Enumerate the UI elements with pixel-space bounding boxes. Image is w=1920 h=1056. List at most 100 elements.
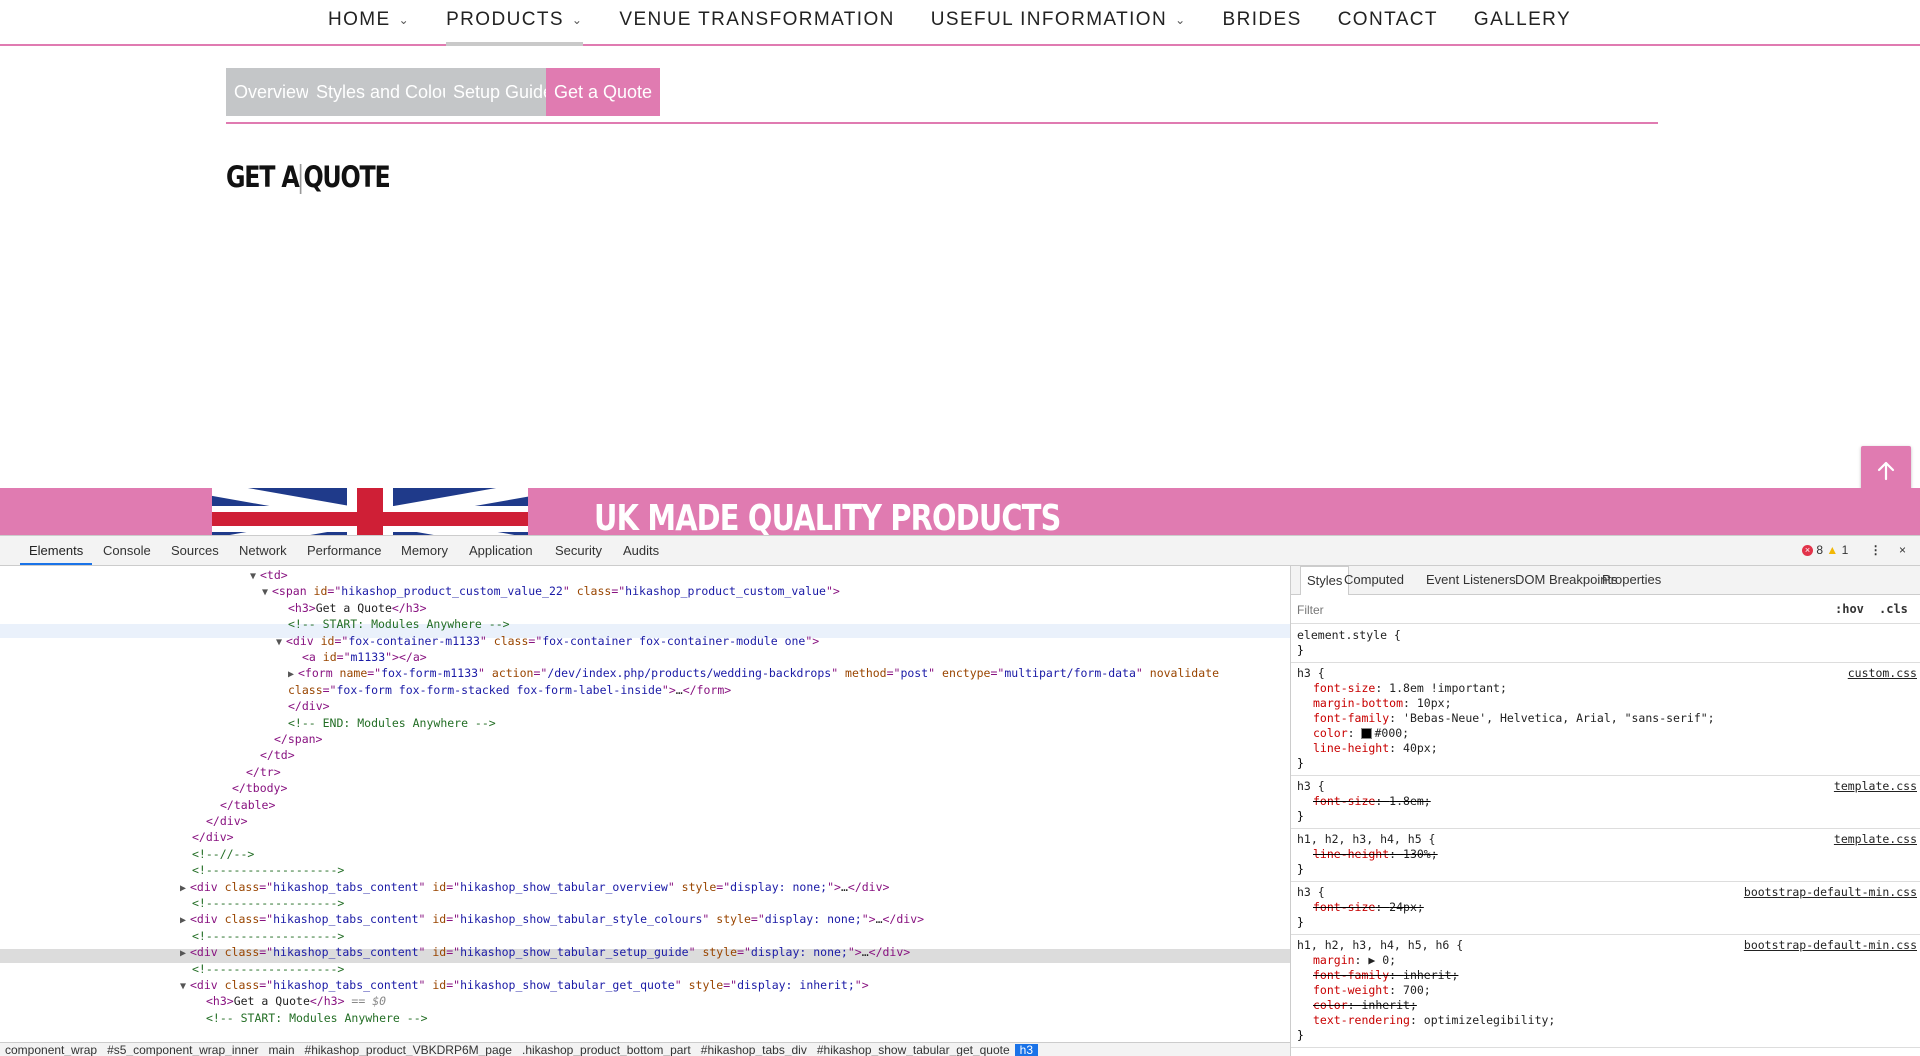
tab-get-a-quote[interactable]: Get a Quote xyxy=(546,68,661,116)
dom-node-line[interactable]: </div> xyxy=(192,830,234,845)
devtools-tab-audits[interactable]: Audits xyxy=(614,536,668,565)
warning-count[interactable]: 1 xyxy=(1842,543,1849,557)
expand-triangle-closed-icon[interactable]: ▶ xyxy=(180,913,190,928)
close-devtools-icon[interactable]: × xyxy=(1899,543,1906,557)
dom-node-line[interactable]: class="fox-form fox-form-stacked fox-for… xyxy=(288,683,731,698)
sidebar-tab-properties[interactable]: Properties xyxy=(1596,566,1667,594)
dom-node-line[interactable]: ▼ <div id="fox-container-m1133" class="fo… xyxy=(276,634,819,649)
expand-triangle-open-icon[interactable]: ▼ xyxy=(180,979,190,994)
dom-node-line[interactable]: <!-- START: Modules Anywhere --> xyxy=(288,617,510,632)
nav-item-venue-transformation[interactable]: VENUE TRANSFORMATION xyxy=(601,0,912,44)
dom-node-line[interactable]: <!-- END: Modules Anywhere --> xyxy=(206,1027,414,1028)
tab-overview[interactable]: Overview xyxy=(226,68,318,116)
dom-node-line[interactable]: ▼ <span id="hikashop_product_custom_value… xyxy=(262,584,840,599)
nav-item-useful-information[interactable]: USEFUL INFORMATION ⌄ xyxy=(913,0,1205,44)
expand-triangle-open-icon[interactable]: ▼ xyxy=(250,569,260,584)
dom-node-line[interactable]: <h3>Get a Quote</h3> == $0 xyxy=(206,994,386,1009)
css-declaration[interactable]: font-size: 1.8em !important; xyxy=(1313,681,1507,696)
dom-node-line[interactable]: </div> xyxy=(288,699,330,714)
css-declaration[interactable]: font-family: inherit; xyxy=(1313,968,1458,983)
more-options-icon[interactable]: ⋮ xyxy=(1870,543,1882,557)
dom-node-line[interactable]: </tr> xyxy=(246,765,281,780)
dom-attr-name: id xyxy=(432,945,447,960)
devtools-tab-network[interactable]: Network xyxy=(230,536,296,565)
css-selector[interactable]: h1, h2, h3, h4, h5, h6 { xyxy=(1297,938,1463,953)
devtools-tab-performance[interactable]: Performance xyxy=(298,536,390,565)
breadcrumb-item[interactable]: component_wrap xyxy=(0,1044,102,1056)
css-declaration[interactable]: margin-bottom: 10px; xyxy=(1313,696,1452,711)
dom-node-line[interactable]: <!-------------------> xyxy=(192,929,344,944)
css-declaration[interactable]: font-family: 'Bebas-Neue', Helvetica, Ar… xyxy=(1313,711,1715,726)
devtools-tab-elements[interactable]: Elements xyxy=(20,536,93,565)
error-count[interactable]: 8 xyxy=(1816,543,1823,557)
breadcrumb-item[interactable]: #hikashop_show_tabular_get_quote xyxy=(812,1044,1015,1056)
dom-node-line[interactable]: ▶ <div class="hikashop_tabs_content" id="… xyxy=(180,945,910,960)
sidebar-tab-event-listeners[interactable]: Event Listeners xyxy=(1420,566,1522,594)
css-declaration[interactable]: text-rendering: optimizelegibility; xyxy=(1313,1013,1555,1028)
dom-node-line[interactable]: ▼ <td> xyxy=(250,568,288,583)
nav-item-home[interactable]: HOME ⌄ xyxy=(310,0,428,44)
css-selector[interactable]: element.style { xyxy=(1297,628,1401,643)
breadcrumb-item[interactable]: .hikashop_product_bottom_part xyxy=(517,1044,696,1056)
css-declaration[interactable]: font-size: 24px; xyxy=(1313,900,1424,915)
css-declaration[interactable]: line-height: 40px; xyxy=(1313,741,1438,756)
dom-node-line[interactable]: </span> xyxy=(274,732,322,747)
breadcrumb-item[interactable]: h3 xyxy=(1014,1044,1039,1056)
dom-node-line[interactable]: <!--//--> xyxy=(192,847,254,862)
expand-triangle-open-icon[interactable]: ▼ xyxy=(262,585,272,600)
dom-node-line[interactable]: <!-------------------> xyxy=(192,896,344,911)
dom-node-line[interactable]: </div> xyxy=(206,814,248,829)
devtools-tab-console[interactable]: Console xyxy=(94,536,160,565)
expand-triangle-closed-icon[interactable]: ▶ xyxy=(288,667,298,682)
breadcrumb-item[interactable]: #hikashop_product_VBKDRP6M_page xyxy=(300,1044,517,1056)
dom-node-line[interactable]: ▶ <div class="hikashop_tabs_content" id="… xyxy=(180,880,889,895)
class-toggle[interactable]: .cls xyxy=(1879,595,1908,623)
devtools-tab-memory[interactable]: Memory xyxy=(392,536,457,565)
css-declaration[interactable]: font-weight: 700; xyxy=(1313,983,1431,998)
dom-node-line[interactable]: <h3>Get a Quote</h3> xyxy=(288,601,427,616)
devtools-tab-sources[interactable]: Sources xyxy=(162,536,228,565)
sidebar-tab-computed[interactable]: Computed xyxy=(1338,566,1410,594)
dom-node-line[interactable]: <a id="m1133"></a> xyxy=(302,650,427,665)
css-selector[interactable]: h3 { xyxy=(1297,885,1325,900)
color-swatch-icon[interactable] xyxy=(1361,728,1373,739)
dom-node-line[interactable]: </td> xyxy=(260,748,295,763)
nav-item-gallery[interactable]: GALLERY xyxy=(1456,0,1589,44)
elements-dom-tree[interactable]: ▼ <td> ▼ <span id="hikashop_product_custom_… xyxy=(0,566,1290,1028)
dom-node-line[interactable]: <!-- START: Modules Anywhere --> xyxy=(206,1011,428,1026)
hover-state-toggle[interactable]: :hov xyxy=(1835,595,1864,623)
dom-node-line[interactable]: <!-- END: Modules Anywhere --> xyxy=(288,716,496,731)
dom-node-line[interactable]: <!-------------------> xyxy=(192,863,344,878)
css-source-link[interactable]: custom.css xyxy=(1848,666,1917,681)
dom-node-line[interactable]: ▼ <div class="hikashop_tabs_content" id="… xyxy=(180,978,869,993)
dom-node-line[interactable]: </tbody> xyxy=(232,781,287,796)
css-selector[interactable]: h3 { xyxy=(1297,666,1325,681)
css-selector[interactable]: h3 { xyxy=(1297,779,1325,794)
css-source-link[interactable]: template.css xyxy=(1834,779,1917,794)
expand-triangle-closed-icon[interactable]: ▶ xyxy=(180,946,190,961)
dom-node-line[interactable]: ▶ <form name="fox-form-m1133" action="/de… xyxy=(288,666,1219,681)
expand-triangle-open-icon[interactable]: ▼ xyxy=(276,635,286,650)
css-source-link[interactable]: bootstrap-default-min.css xyxy=(1744,885,1917,900)
css-declaration[interactable]: font-size: 1.8em; xyxy=(1313,794,1431,809)
breadcrumb-item[interactable]: #hikashop_tabs_div xyxy=(696,1044,812,1056)
css-source-link[interactable]: template.css xyxy=(1834,832,1917,847)
css-declaration[interactable]: line-height: 130%; xyxy=(1313,847,1438,862)
dom-node-line[interactable]: </table> xyxy=(220,798,275,813)
dom-node-line[interactable]: ▶ <div class="hikashop_tabs_content" id="… xyxy=(180,912,924,927)
expand-triangle-closed-icon[interactable]: ▶ xyxy=(180,881,190,896)
breadcrumb-item[interactable]: #s5_component_wrap_inner xyxy=(102,1044,263,1056)
css-declaration[interactable]: color: inherit; xyxy=(1313,998,1417,1013)
styles-filter-input[interactable] xyxy=(1295,600,1699,620)
css-selector[interactable]: h1, h2, h3, h4, h5 { xyxy=(1297,832,1435,847)
dom-node-line[interactable]: <!-------------------> xyxy=(192,962,344,977)
devtools-tab-security[interactable]: Security xyxy=(546,536,611,565)
breadcrumb-item[interactable]: main xyxy=(264,1044,300,1056)
nav-item-contact[interactable]: CONTACT xyxy=(1320,0,1456,44)
nav-item-products[interactable]: PRODUCTS ⌄ xyxy=(428,0,601,46)
devtools-tab-application[interactable]: Application xyxy=(460,536,542,565)
nav-item-brides[interactable]: BRIDES xyxy=(1205,0,1320,44)
css-declaration[interactable]: margin: ▶ 0; xyxy=(1313,953,1396,968)
css-source-link[interactable]: bootstrap-default-min.css xyxy=(1744,938,1917,953)
css-declaration[interactable]: color: #000; xyxy=(1313,726,1409,741)
